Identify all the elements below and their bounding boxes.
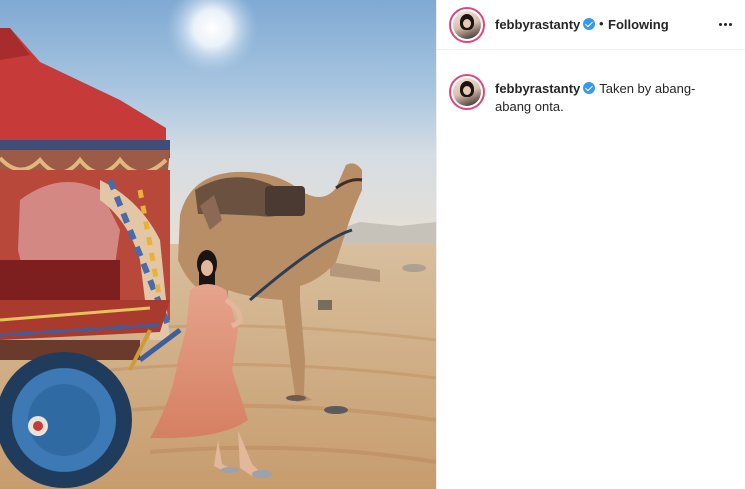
more-options-icon[interactable]: [713, 12, 737, 36]
author-username[interactable]: febbyrastanty: [495, 17, 580, 32]
caption-text-block: febbyrastanty Taken by abang-abang onta.: [495, 80, 725, 116]
post-side-panel: febbyrastanty • Following febbyrastanty T…: [436, 0, 745, 489]
post-photo[interactable]: [0, 0, 436, 489]
author-avatar[interactable]: [449, 7, 485, 43]
header-separator: •: [599, 16, 604, 31]
following-button[interactable]: Following: [608, 17, 669, 32]
caption-author-avatar[interactable]: [449, 74, 485, 110]
desert-camel-photo: [0, 0, 436, 489]
avatar-image: [453, 11, 481, 39]
avatar-image: [453, 78, 481, 106]
caption-username[interactable]: febbyrastanty: [495, 81, 580, 96]
verified-badge-icon: [583, 82, 596, 94]
instagram-post: febbyrastanty • Following febbyrastanty T…: [0, 0, 745, 489]
verified-badge-icon: [583, 18, 595, 30]
post-header: febbyrastanty • Following: [437, 0, 745, 50]
